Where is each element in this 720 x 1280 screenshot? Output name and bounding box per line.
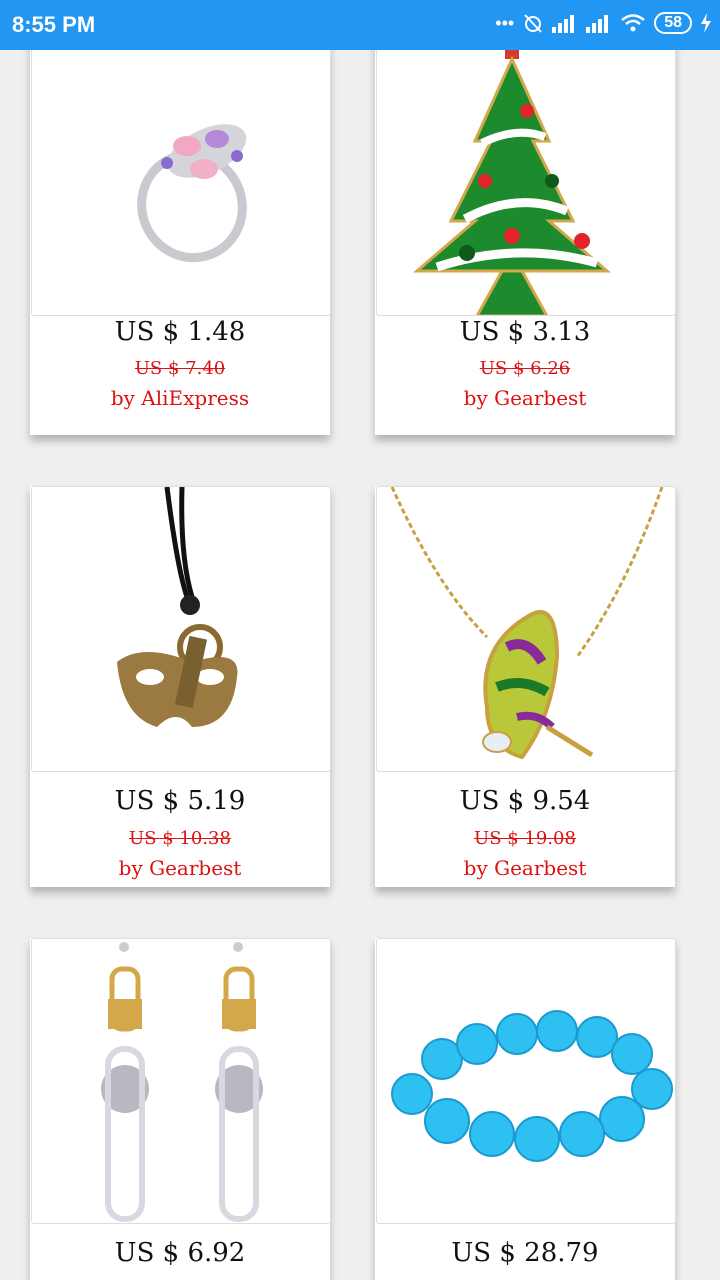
status-icons: ••• 58 bbox=[495, 12, 712, 34]
product-price: US $ 5.19 bbox=[114, 786, 246, 816]
product-image-christmas-tree-brooch[interactable] bbox=[376, 50, 676, 316]
product-image-mask-pendant[interactable] bbox=[31, 486, 331, 772]
signal-icon-1 bbox=[552, 15, 575, 33]
product-price: US $ 6.92 bbox=[114, 1238, 246, 1268]
product-card[interactable]: US $ 28.79 bbox=[375, 938, 676, 1280]
product-card[interactable]: US $ 5.19 US $ 10.38 by Gearbest bbox=[30, 486, 331, 887]
product-image-blue-bracelet[interactable] bbox=[376, 938, 676, 1224]
product-seller: by Gearbest bbox=[118, 856, 242, 880]
product-image-ring[interactable] bbox=[31, 50, 331, 316]
mask-pendant-icon bbox=[117, 487, 238, 727]
product-original-price: US $ 7.40 bbox=[134, 358, 226, 379]
alarm-off-icon bbox=[524, 14, 542, 33]
christmas-tree-icon bbox=[412, 50, 612, 315]
product-original-price: US $ 10.38 bbox=[129, 828, 231, 849]
product-feed[interactable]: US $ 1.48 US $ 7.40 by AliExpress US $ 3… bbox=[0, 50, 720, 1280]
butterfly-necklace-icon bbox=[390, 487, 664, 760]
bracelet-icon bbox=[391, 1010, 673, 1162]
product-price: US $ 1.48 bbox=[114, 317, 246, 347]
product-image-butterfly-necklace[interactable] bbox=[376, 486, 676, 772]
charging-icon bbox=[701, 13, 711, 33]
signal-icon-2 bbox=[586, 15, 609, 33]
product-original-price: US $ 19.08 bbox=[474, 828, 576, 849]
product-price: US $ 3.13 bbox=[459, 317, 591, 347]
product-price: US $ 9.54 bbox=[459, 786, 591, 816]
product-seller: by Gearbest bbox=[463, 856, 587, 880]
product-seller: by AliExpress bbox=[110, 386, 250, 410]
status-bar: 8:55 PM ••• 58 bbox=[0, 0, 720, 50]
product-price: US $ 28.79 bbox=[451, 1238, 599, 1268]
product-seller: by Gearbest bbox=[463, 386, 587, 410]
product-image-earrings[interactable] bbox=[31, 938, 331, 1224]
wifi-icon bbox=[621, 14, 645, 32]
product-card[interactable]: US $ 9.54 US $ 19.08 by Gearbest bbox=[375, 486, 676, 887]
more-dots-icon: ••• bbox=[495, 12, 515, 33]
product-card[interactable]: US $ 3.13 US $ 6.26 by Gearbest bbox=[375, 50, 676, 435]
ring-icon bbox=[137, 124, 247, 263]
status-time: 8:55 PM bbox=[12, 12, 96, 37]
battery-icon: 58 bbox=[654, 12, 692, 34]
product-original-price: US $ 6.26 bbox=[479, 358, 571, 379]
earrings-icon bbox=[101, 942, 263, 1222]
product-card[interactable]: US $ 6.92 bbox=[30, 938, 331, 1280]
product-card[interactable]: US $ 1.48 US $ 7.40 by AliExpress bbox=[30, 50, 331, 435]
